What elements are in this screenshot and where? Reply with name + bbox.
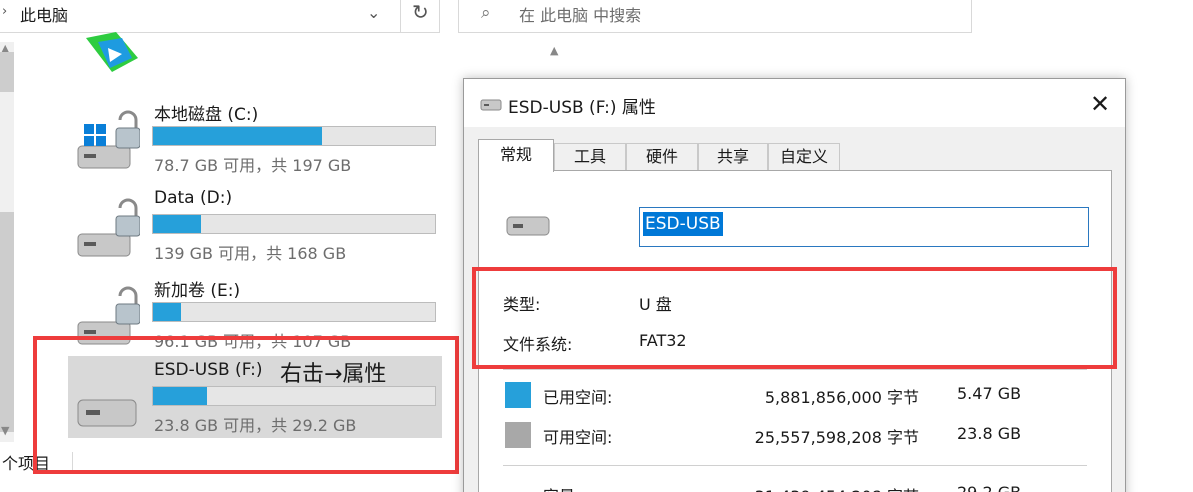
nav-pane-scrollbar[interactable]: ▲ ▼ xyxy=(0,42,14,442)
scroll-up-icon[interactable]: ▲ xyxy=(550,44,558,57)
drive-usage-bar xyxy=(152,214,436,234)
tab-tools[interactable]: 工具 xyxy=(554,143,626,171)
used-space-label: 已用空间: xyxy=(543,388,613,407)
annotation-box-drive xyxy=(33,336,459,474)
drive-info: 78.7 GB 可用，共 197 GB xyxy=(154,156,352,175)
drive-usage-fill xyxy=(153,303,182,321)
tab-bar: 常规 工具 硬件 共享 自定义 xyxy=(478,139,1118,172)
drive-info: 139 GB 可用，共 168 GB xyxy=(154,244,347,263)
usb-drive-icon xyxy=(480,99,502,111)
screen: › 此电脑 ⌄ ↻ ⌕ 在 此电脑 中搜索 ▲ ▼ 本地磁盘 (C:) 78.7… xyxy=(0,0,1193,492)
address-text[interactable]: 此电脑 xyxy=(20,2,68,26)
chevron-right-icon[interactable]: › xyxy=(2,4,7,19)
scroll-down-icon[interactable]: ▼ xyxy=(1,424,9,437)
drive-d[interactable]: Data (D:) 139 GB 可用，共 168 GB xyxy=(68,184,442,266)
divider xyxy=(503,369,1087,370)
free-space-gb: 23.8 GB xyxy=(957,424,1022,443)
used-space-swatch xyxy=(505,382,531,408)
capacity-bytes: 31,439,454,208 字节 xyxy=(755,483,919,492)
chevron-down-icon[interactable]: ⌄ xyxy=(367,3,380,22)
drive-name: Data (D:) xyxy=(154,188,233,208)
dialog-titlebar[interactable]: ESD-USB (F:) 属性 ✕ xyxy=(464,79,1125,127)
tab-customize[interactable]: 自定义 xyxy=(768,143,840,171)
address-divider xyxy=(400,0,401,33)
search-icon: ⌕ xyxy=(481,3,491,23)
usb-drive-icon xyxy=(506,216,550,236)
capacity-label: 容量: xyxy=(543,483,580,492)
scrollbar-thumb-lower[interactable] xyxy=(0,212,14,432)
drive-usage-bar xyxy=(152,302,436,322)
search-box[interactable]: ⌕ 在 此电脑 中搜索 xyxy=(458,0,972,33)
close-button[interactable]: ✕ xyxy=(1080,87,1120,121)
tab-sharing[interactable]: 共享 xyxy=(698,143,768,171)
locked-drive-icon xyxy=(77,198,140,257)
drive-name: 新加卷 (E:) xyxy=(154,281,241,301)
tab-hardware[interactable]: 硬件 xyxy=(626,143,698,171)
volume-name-selected[interactable]: ESD-USB xyxy=(643,212,723,236)
free-space-swatch xyxy=(505,422,531,448)
divider xyxy=(503,465,1087,466)
drive-usage-fill xyxy=(153,127,323,145)
volume-name-input[interactable]: ESD-USB xyxy=(639,207,1089,247)
video-app-icon[interactable] xyxy=(82,28,142,74)
tab-general[interactable]: 常规 xyxy=(478,139,554,172)
drive-c[interactable]: 本地磁盘 (C:) 78.7 GB 可用，共 197 GB xyxy=(68,96,442,178)
drive-usage-fill xyxy=(153,215,201,233)
annotation-box-filesystem xyxy=(472,267,1117,369)
free-space-label: 可用空间: xyxy=(543,428,613,447)
free-space-bytes: 25,557,598,208 字节 xyxy=(754,428,919,447)
search-placeholder[interactable]: 在 此电脑 中搜索 xyxy=(519,2,641,26)
drive-usage-bar xyxy=(152,126,436,146)
annotation-text: 右击→属性 xyxy=(280,362,387,387)
used-space-gb: 5.47 GB xyxy=(957,384,1022,403)
drive-name: 本地磁盘 (C:) xyxy=(154,105,259,125)
capacity-gb: 29.2 GB xyxy=(957,483,1021,492)
scrollbar-thumb[interactable] xyxy=(0,52,14,92)
windows-drive-icon xyxy=(77,110,140,169)
address-bar[interactable]: › 此电脑 ⌄ ↻ xyxy=(0,0,440,33)
dialog-title: ESD-USB (F:) 属性 xyxy=(508,98,656,118)
refresh-icon[interactable]: ↻ xyxy=(412,0,429,24)
used-space-bytes: 5,881,856,000 字节 xyxy=(764,388,919,407)
